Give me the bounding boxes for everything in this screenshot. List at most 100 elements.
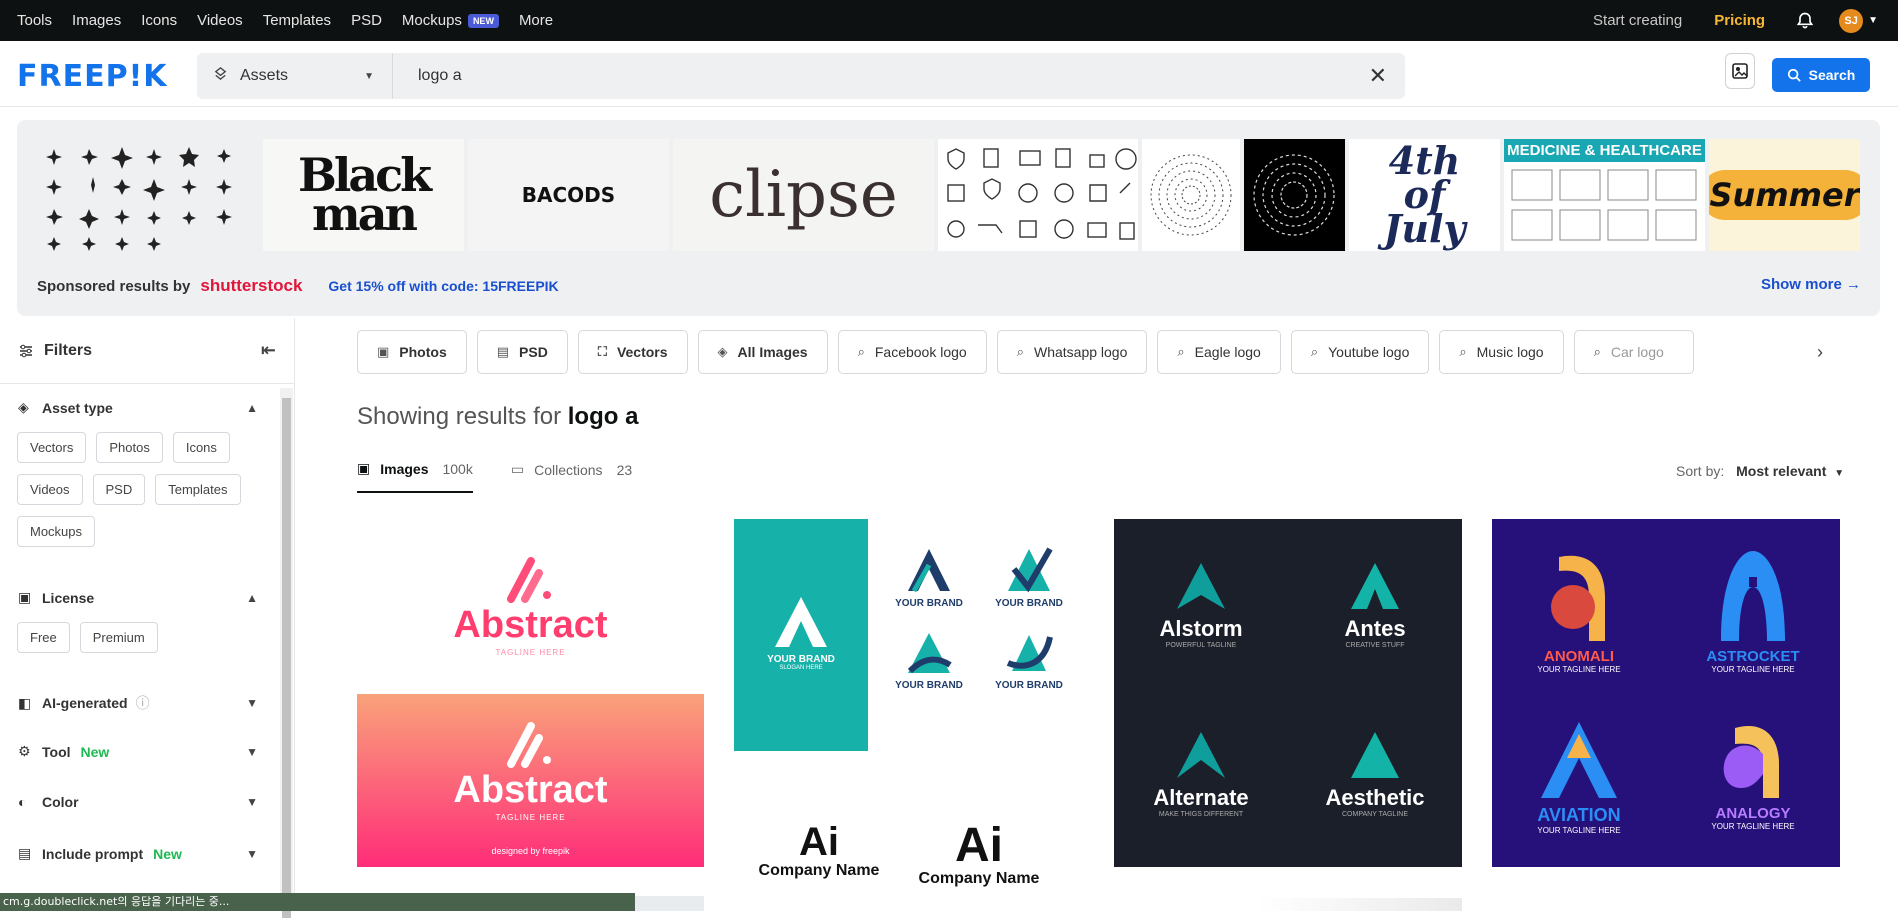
collapse-sidebar-icon[interactable]: ⇤ [261, 340, 276, 361]
chevron-down-icon: ▼ [246, 744, 258, 759]
tag-eagle-logo[interactable]: ⌕ Eagle logo [1157, 330, 1281, 374]
search-by-image-button[interactable] [1725, 53, 1755, 89]
sponsored-thumb-stars[interactable] [34, 139, 259, 251]
info-icon[interactable]: ⓘ [136, 693, 150, 713]
tag-photos[interactable]: ▣ Photos [357, 330, 467, 374]
logo-name: ANOMALI [1544, 648, 1614, 665]
logo-name: Aesthetic [1325, 785, 1425, 810]
company-name: Company Name [758, 862, 880, 879]
tag-vectors[interactable]: ⛶ Vectors [577, 330, 688, 374]
sponsored-thumb-blackman[interactable]: Black man [263, 139, 464, 251]
brand-label: YOUR BRAND [995, 680, 1063, 691]
sliders-icon [20, 344, 32, 357]
chevron-down-icon: ▼ [1834, 468, 1845, 479]
search-input[interactable]: logo a [393, 67, 1369, 85]
nav-mockups[interactable]: Mockups [402, 12, 462, 29]
chip-videos[interactable]: Videos [17, 474, 83, 505]
pricing-link[interactable]: Pricing [1714, 12, 1765, 29]
nav-icons[interactable]: Icons [141, 12, 177, 29]
tool-header[interactable]: ⚙ Tool New ▼ [0, 743, 276, 760]
logo-tag: YOUR TAGLINE HERE [1537, 665, 1621, 674]
result-card-purple-logos[interactable]: ANOMALI YOUR TAGLINE HERE ASTROCKET YOUR T… [1492, 519, 1840, 867]
bell-icon[interactable] [1795, 11, 1815, 31]
filter-tool: ⚙ Tool New ▼ [0, 743, 276, 760]
chip-free[interactable]: Free [17, 622, 70, 653]
tab-label: Collections [534, 461, 603, 478]
purple-logo: ANOMALI YOUR TAGLINE HERE [1492, 519, 1666, 706]
sponsored-thumbnails: Black man BACODS clipse 4th of July MEDI… [34, 139, 1860, 251]
show-more-link[interactable]: Show more → [1761, 276, 1861, 293]
tab-collections[interactable]: ▭ Collections 23 [511, 460, 632, 493]
result-card-your-brand[interactable]: YOUR BRAND SLOGAN HERE YOUR BRAND YOUR B… [734, 519, 1081, 751]
asset-type-header[interactable]: ◈ Asset type ▲ [0, 399, 276, 416]
brand-logo-mark [1006, 635, 1053, 671]
promo-code-link[interactable]: Get 15% off with code: 15FREEPIK [328, 278, 558, 294]
license-chips: Free Premium [0, 622, 270, 653]
result-card-abstract-gradient[interactable]: Abstract TAGLINE HERE designed by freepi… [357, 694, 704, 867]
tag-car-logo[interactable]: ⌕ Car logo [1573, 330, 1694, 374]
avatar[interactable]: SJ [1839, 8, 1864, 33]
asset-type-title: Asset type [42, 399, 113, 416]
clear-icon[interactable]: ✕ [1369, 63, 1387, 89]
results-query: logo a [567, 403, 639, 430]
tag-psd[interactable]: ▤ PSD [476, 330, 568, 374]
sponsored-thumb-security-icons[interactable] [938, 139, 1138, 251]
nav-templates[interactable]: Templates [263, 12, 331, 29]
sort-control[interactable]: Sort by: Most relevant ▼ [1676, 463, 1844, 479]
tab-count: 100k [442, 460, 473, 477]
color-title: Color [42, 794, 79, 810]
start-creating-link[interactable]: Start creating [1593, 12, 1682, 29]
sponsored-thumb-summer[interactable]: Summer [1709, 139, 1860, 251]
search-icon [1787, 68, 1801, 82]
asset-type-dropdown[interactable]: Assets ▼ [197, 53, 393, 99]
result-card-dark-logos[interactable]: Alstorm POWERFUL TAGLINE Antes CREATIVE ST… [1114, 519, 1462, 867]
tab-images[interactable]: ▣ Images 100k [357, 460, 473, 493]
sponsored-thumb-spiral-light[interactable] [1142, 139, 1240, 251]
search-button[interactable]: Search [1772, 58, 1870, 92]
nav-images[interactable]: Images [72, 12, 121, 29]
sidebar-scrollbar[interactable] [280, 388, 293, 918]
result-card-abstract-white[interactable]: Abstract TAGLINE HERE [357, 519, 704, 689]
sponsored-thumb-medicine[interactable]: MEDICINE & HEALTHCARE [1504, 139, 1705, 251]
sponsored-thumb-spiral-dark[interactable] [1244, 139, 1345, 251]
sponsored-thumb-bacods[interactable]: BACODS [468, 139, 669, 251]
prompt-icon: ▤ [18, 845, 32, 861]
new-badge: New [80, 743, 110, 760]
include-prompt-header[interactable]: ▤ Include prompt New ▼ [0, 845, 276, 862]
license-header[interactable]: ▣ License ▲ [0, 589, 276, 606]
color-header[interactable]: ◐ Color ▼ [0, 794, 276, 810]
result-card-company-name[interactable]: Ai Company Name Ai Company Name [734, 770, 1081, 911]
sort-value: Most relevant [1736, 463, 1827, 479]
tag-all-images[interactable]: ◈ All Images [697, 330, 828, 374]
tag-facebook-logo[interactable]: ⌕ Facebook logo [837, 330, 987, 374]
sponsored-thumb-clipse[interactable]: clipse [673, 139, 934, 251]
chip-photos[interactable]: Photos [96, 432, 163, 463]
tag-whatsapp-logo[interactable]: ⌕ Whatsapp logo [996, 330, 1148, 374]
result-card-partial[interactable] [1256, 898, 1462, 911]
nav-tools[interactable]: Tools [17, 12, 52, 29]
tag-music-logo[interactable]: ⌕ Music logo [1439, 330, 1564, 374]
chip-vectors[interactable]: Vectors [17, 432, 87, 463]
chevron-right-icon[interactable]: › [1817, 342, 1823, 363]
nav-more[interactable]: More [519, 12, 553, 29]
nav-psd[interactable]: PSD [351, 12, 382, 29]
ai-generated-title: AI-generated [42, 695, 128, 711]
ai-generated-header[interactable]: ◧ AI-generated ⓘ ▼ [0, 693, 276, 713]
nav-videos[interactable]: Videos [197, 12, 243, 29]
chip-mockups[interactable]: Mockups [17, 516, 96, 547]
top-right-actions: Start creating Pricing SJ ▼ [1593, 0, 1878, 41]
chip-premium[interactable]: Premium [79, 622, 158, 653]
chip-icons[interactable]: Icons [172, 432, 230, 463]
chip-psd[interactable]: PSD [92, 474, 146, 505]
sponsored-thumb-july[interactable]: 4th of July [1349, 139, 1500, 251]
chip-templates[interactable]: Templates [155, 474, 241, 505]
scrollbar-thumb[interactable] [282, 398, 291, 918]
tag-youtube-logo[interactable]: ⌕ Youtube logo [1290, 330, 1430, 374]
chevron-down-icon[interactable]: ▼ [1868, 15, 1878, 26]
shutterstock-logo[interactable]: shutterstock [200, 276, 302, 296]
freepik-logo[interactable]: FREEP!K [17, 59, 168, 94]
brand-label: YOUR BRAND [995, 598, 1063, 609]
company-logo-mark-text: Ai [955, 819, 1003, 872]
company-logo-mark-text: Ai [799, 820, 839, 864]
thumb-text: Black man [297, 147, 432, 241]
